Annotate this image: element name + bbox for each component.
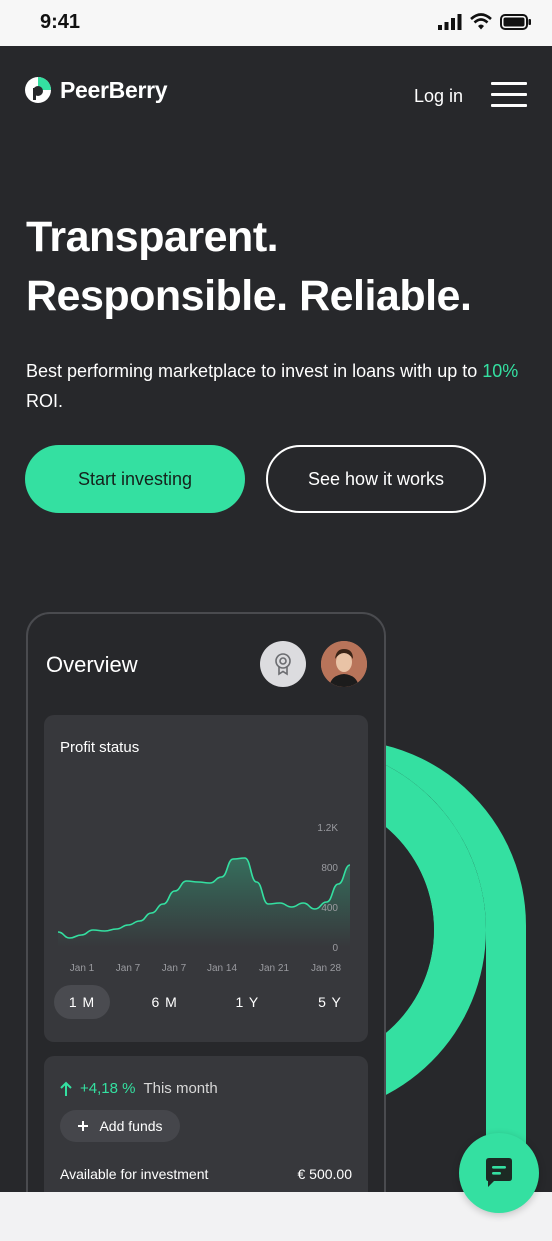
hero-subtitle-text: Best performing marketplace to invest in… <box>26 361 483 381</box>
hero-title: Transparent. Responsible. Reliable. <box>26 208 472 326</box>
period-option[interactable]: 1 M <box>54 985 110 1019</box>
x-tick-label: Jan 14 <box>207 963 237 974</box>
logo-icon <box>25 77 51 103</box>
x-tick-label: Jan 1 <box>70 963 95 974</box>
overview-mockup: Overview Profit status 1.2K 800 400 0 Jan 1 J… <box>26 612 386 1192</box>
signal-icon <box>438 13 462 30</box>
profit-status-title: Profit status <box>60 739 140 756</box>
funds-card: +4,18 % This month Add funds Available f… <box>44 1056 368 1192</box>
growth-label: This month <box>143 1080 218 1097</box>
logo-text: PeerBerry <box>60 76 168 103</box>
y-tick-label: 800 <box>321 863 338 874</box>
hero-title-line-1: Transparent. <box>26 213 279 261</box>
hero-title-line-2: Responsible. Reliable. <box>26 272 472 320</box>
award-badge[interactable] <box>260 641 306 687</box>
y-tick-label: 1.2K <box>317 823 338 834</box>
growth-value: +4,18 % <box>80 1080 136 1097</box>
period-selector: 1 M 6 M 1 Y 5 Y <box>54 985 358 1019</box>
plus-icon <box>78 1121 89 1131</box>
battery-icon <box>500 13 531 30</box>
avatar-image <box>321 641 367 687</box>
logo[interactable]: PeerBerry <box>24 76 168 104</box>
award-icon <box>275 653 291 676</box>
available-value: € 500.00 <box>297 1166 353 1182</box>
x-tick-label: Jan 7 <box>116 963 141 974</box>
overview-title: Overview <box>46 652 138 677</box>
period-option[interactable]: 5 Y <box>302 985 358 1019</box>
y-tick-label: 0 <box>332 943 338 954</box>
landing-page: PeerBerry Log in Transparent. Responsibl… <box>0 46 552 1192</box>
x-tick-label: Jan 21 <box>259 963 289 974</box>
add-funds-label: Add funds <box>99 1118 163 1134</box>
menu-icon[interactable] <box>491 82 527 108</box>
chart-area <box>58 858 350 947</box>
x-tick-label: Jan 28 <box>311 963 341 974</box>
login-link[interactable]: Log in <box>414 86 463 107</box>
chat-button[interactable] <box>459 1133 539 1213</box>
available-row: Available for investment € 500.00 <box>60 1166 352 1182</box>
add-funds-button[interactable]: Add funds <box>60 1110 180 1142</box>
status-icons <box>438 13 532 30</box>
profit-chart: 1.2K 800 400 0 Jan 1 Jan 7 Jan 7 Jan 14 Jan 21 Ja… <box>57 823 351 974</box>
avatar[interactable] <box>321 641 367 687</box>
period-option[interactable]: 1 Y <box>219 985 275 1019</box>
chat-icon <box>486 1158 512 1187</box>
period-option[interactable]: 6 M <box>137 985 193 1019</box>
start-investing-button[interactable]: Start investing <box>25 445 245 513</box>
status-time: 9:41 <box>40 11 81 33</box>
see-how-it-works-button[interactable]: See how it works <box>266 445 486 513</box>
hero-roi-highlight: 10% <box>482 361 519 381</box>
x-tick-label: Jan 7 <box>162 963 187 974</box>
hero-subtitle-end: ROI. <box>26 391 64 411</box>
y-tick-label: 400 <box>321 903 338 914</box>
top-nav: PeerBerry Log in <box>0 46 552 142</box>
wifi-icon <box>470 13 492 30</box>
monthly-growth: +4,18 % This month <box>60 1080 218 1097</box>
status-bar: 9:41 <box>0 0 552 46</box>
available-label: Available for investment <box>60 1166 209 1182</box>
profit-status-card: Profit status 1.2K 800 400 0 Jan 1 Jan 7 Jan 7… <box>44 715 368 1042</box>
hero-subtitle: Best performing marketplace to invest in… <box>26 356 526 416</box>
arrow-up-icon <box>60 1081 72 1096</box>
